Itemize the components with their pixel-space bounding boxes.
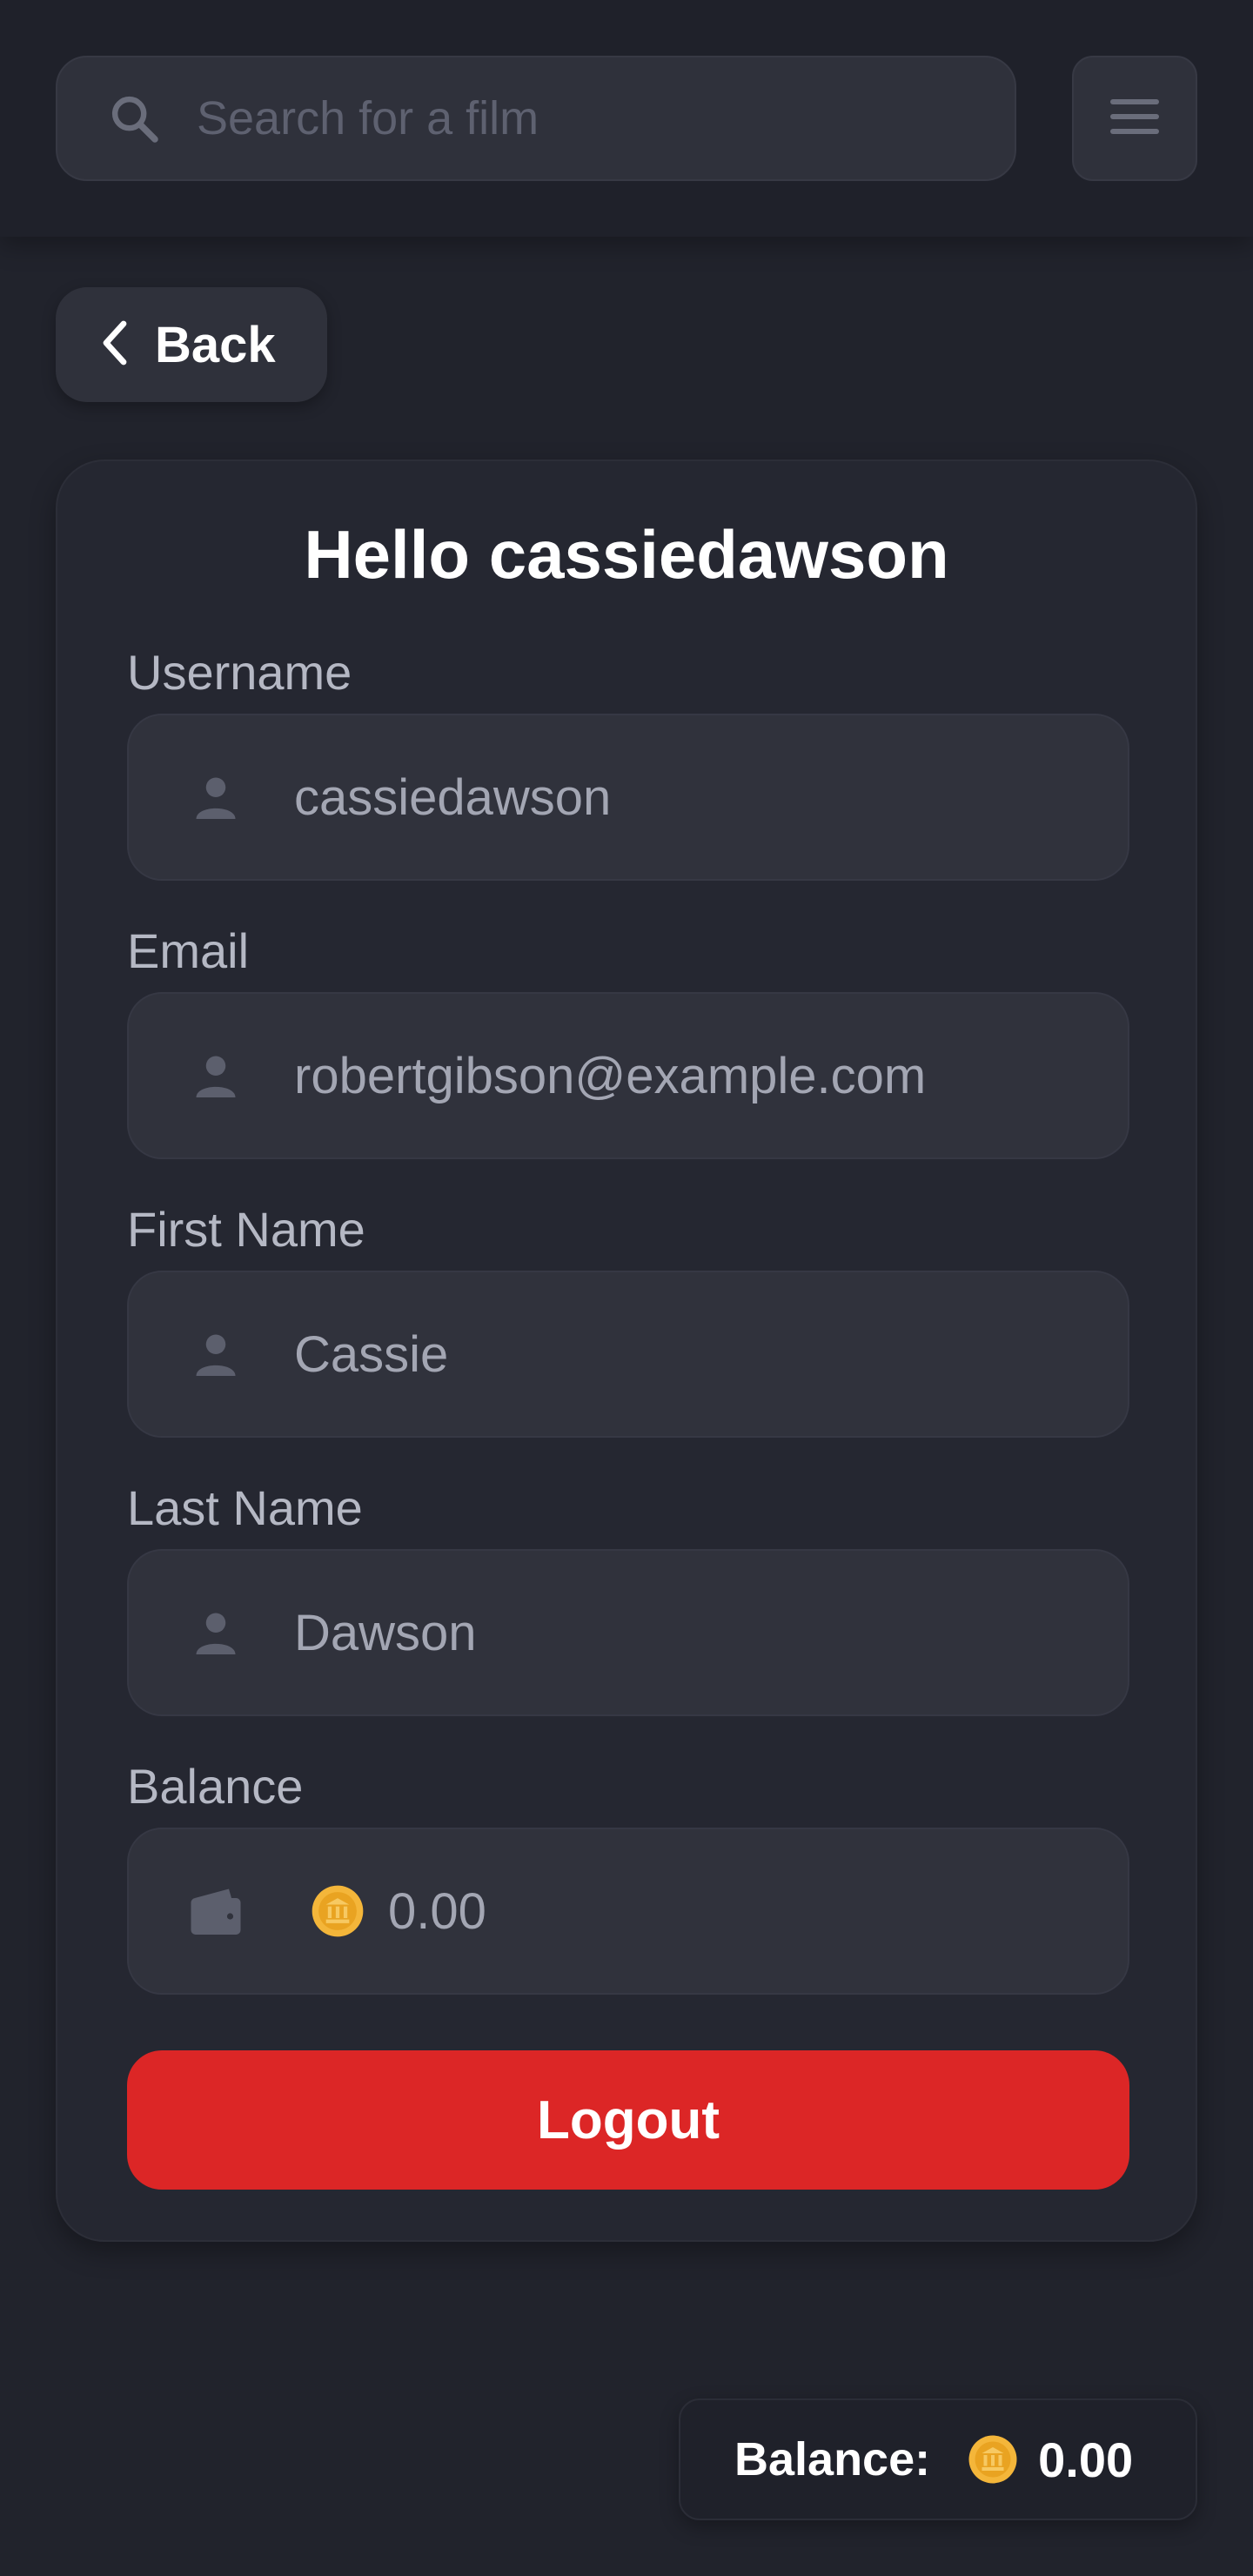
search-input[interactable] bbox=[197, 91, 980, 145]
wallet-icon bbox=[181, 1876, 251, 1946]
balance-summary: Balance: 0.00 bbox=[679, 2398, 1197, 2520]
first-name-label: First Name bbox=[127, 1202, 365, 1257]
balance-label: Balance bbox=[127, 1759, 304, 1814]
username-label: Username bbox=[127, 645, 352, 700]
email-label: Email bbox=[127, 923, 250, 978]
search-icon bbox=[106, 91, 162, 146]
last-name-field[interactable]: Dawson bbox=[127, 1549, 1129, 1716]
back-button[interactable]: Back bbox=[56, 287, 327, 402]
first-name-field[interactable]: Cassie bbox=[127, 1271, 1129, 1438]
username-field[interactable]: cassiedawson bbox=[127, 714, 1129, 881]
balance-summary-label: Balance: bbox=[734, 2433, 931, 2485]
back-label: Back bbox=[155, 316, 276, 373]
balance-value: 0.00 bbox=[388, 1882, 486, 1940]
coin-icon bbox=[967, 2433, 1019, 2485]
user-icon bbox=[181, 1041, 251, 1110]
hamburger-menu-icon bbox=[1110, 97, 1159, 140]
greeting-title: Hello cassiedawson bbox=[304, 516, 949, 593]
username-value: cassiedawson bbox=[294, 768, 612, 826]
top-bar bbox=[0, 0, 1253, 237]
first-name-value: Cassie bbox=[294, 1325, 449, 1383]
balance-field[interactable]: 0.00 bbox=[127, 1828, 1129, 1995]
chevron-left-icon bbox=[99, 319, 131, 372]
user-icon bbox=[181, 1319, 251, 1389]
menu-button[interactable] bbox=[1072, 56, 1197, 181]
email-field[interactable]: robertgibson@example.com bbox=[127, 992, 1129, 1159]
user-icon bbox=[181, 762, 251, 832]
balance-summary-value: 0.00 bbox=[1038, 2432, 1134, 2487]
coin-icon bbox=[310, 1883, 365, 1939]
email-value: robertgibson@example.com bbox=[294, 1047, 927, 1104]
last-name-value: Dawson bbox=[294, 1604, 477, 1661]
profile-card: Hello cassiedawson Username cassiedawson… bbox=[56, 460, 1197, 2242]
last-name-label: Last Name bbox=[127, 1480, 363, 1535]
user-icon bbox=[181, 1598, 251, 1667]
search-bar[interactable] bbox=[56, 56, 1016, 181]
logout-button[interactable]: Logout bbox=[127, 2050, 1129, 2190]
